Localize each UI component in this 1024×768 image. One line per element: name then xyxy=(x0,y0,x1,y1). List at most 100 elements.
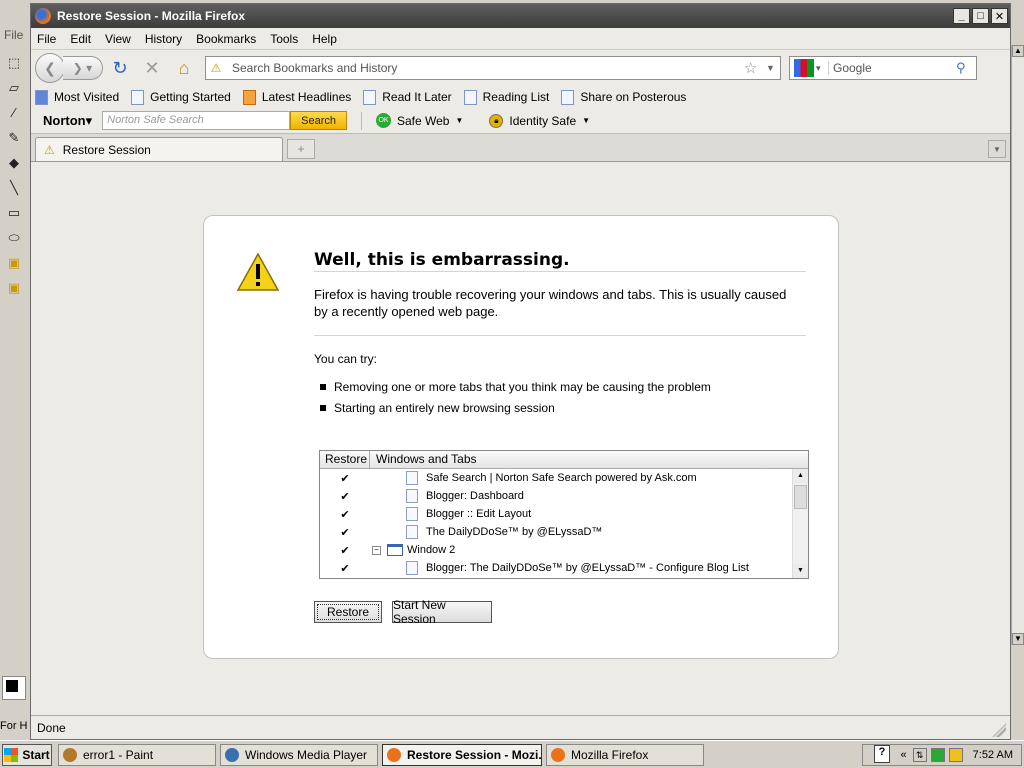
paint-scrollbar[interactable]: ▲ ▼ xyxy=(1011,45,1024,645)
taskbar: Start error1 - Paint Windows Media Playe… xyxy=(0,740,1024,768)
plus-icon: + xyxy=(297,142,305,156)
menu-help[interactable]: Help xyxy=(312,32,337,46)
try-label: You can try: xyxy=(314,352,377,366)
tree-row-window[interactable]: ✔ − Window 2 xyxy=(320,541,808,559)
scroll-thumb[interactable] xyxy=(794,485,807,509)
collapse-icon[interactable]: − xyxy=(372,545,381,555)
scroll-up-icon[interactable]: ▲ xyxy=(793,469,808,483)
menu-view[interactable]: View xyxy=(105,32,131,46)
ok-icon: OK xyxy=(376,113,391,128)
menu-file[interactable]: File xyxy=(37,32,56,46)
windows-logo-icon xyxy=(4,747,19,762)
restore-button[interactable]: Restore xyxy=(314,601,382,623)
column-header-tabs[interactable]: Windows and Tabs xyxy=(370,451,808,468)
url-dropdown-icon[interactable]: ▼ xyxy=(766,63,780,73)
warning-icon xyxy=(236,252,280,291)
restore-checkbox[interactable]: ✔ xyxy=(320,490,370,503)
scroll-up-icon[interactable]: ▲ xyxy=(1012,45,1024,57)
restore-checkbox[interactable]: ✔ xyxy=(320,508,370,521)
suggestion-list: Removing one or more tabs that you think… xyxy=(320,376,711,418)
antivirus-icon[interactable] xyxy=(930,748,945,762)
taskbar-item-media-player[interactable]: Windows Media Player xyxy=(220,743,378,766)
search-icon[interactable]: ⚲ xyxy=(956,60,976,76)
maximize-button[interactable]: □ xyxy=(972,8,989,24)
minimize-button[interactable]: _ xyxy=(953,8,970,24)
chevron-down-icon: ▼ xyxy=(455,116,464,125)
tree-row[interactable]: ✔ Safe Search | Norton Safe Search power… xyxy=(320,469,808,487)
bookmark-read-it-later[interactable]: Read It Later xyxy=(363,89,452,105)
start-button[interactable]: Start xyxy=(2,743,52,766)
restore-checkbox[interactable]: ✔ xyxy=(320,562,370,575)
pencil-icon[interactable]: ✎ xyxy=(2,125,26,150)
navigation-toolbar: ❮ ❯ ▾ ↻ ✕ ⌂ ⚠ Search Bookmarks and Histo… xyxy=(31,50,1010,86)
bookmark-getting-started[interactable]: Getting Started xyxy=(131,89,231,105)
restore-checkbox[interactable]: ✔ xyxy=(320,526,370,539)
home-button[interactable]: ⌂ xyxy=(169,55,199,81)
menu-bookmarks[interactable]: Bookmarks xyxy=(196,32,256,46)
tree-row[interactable]: ✔ The DailyDDoSe™ by @ELyssaD™ xyxy=(320,523,808,541)
eraser-icon[interactable]: ▱ xyxy=(2,75,26,100)
menu-edit[interactable]: Edit xyxy=(70,32,91,46)
tree-row[interactable]: ✔ Blogger :: Edit Layout xyxy=(320,505,808,523)
identity-safe-menu[interactable]: 🔒︎ Identity Safe ▼ xyxy=(489,113,590,128)
rectangle-icon[interactable]: ▭ xyxy=(2,200,26,225)
menu-tools[interactable]: Tools xyxy=(270,32,298,46)
bookmark-latest-headlines[interactable]: Latest Headlines xyxy=(242,89,351,105)
warning-icon: ⚠ xyxy=(210,61,222,75)
url-bar[interactable]: ⚠ Search Bookmarks and History ☆ ▼ xyxy=(205,56,781,80)
stop-button[interactable]: ✕ xyxy=(137,55,167,81)
safe-web-menu[interactable]: OK Safe Web ▼ xyxy=(376,113,463,128)
bookmark-most-visited[interactable]: Most Visited xyxy=(35,89,119,105)
norton-logo[interactable]: Norton▾ xyxy=(43,113,92,129)
taskbar-item-restore-session[interactable]: Restore Session - Mozi... xyxy=(382,743,542,766)
title-bar[interactable]: Restore Session - Mozilla Firefox _ □ ✕ xyxy=(31,4,1010,28)
list-item: Removing one or more tabs that you think… xyxy=(320,376,711,397)
eyedropper-icon[interactable]: ⁄ xyxy=(2,100,26,125)
restore-checkbox[interactable]: ✔ xyxy=(320,544,370,557)
line-icon[interactable]: ╲ xyxy=(2,175,26,200)
tree-row[interactable]: ✔ Blogger: Dashboard xyxy=(320,487,808,505)
start-new-session-button[interactable]: Start New Session xyxy=(392,598,492,626)
bookmark-star-icon[interactable]: ☆ xyxy=(744,59,766,77)
reload-button[interactable]: ↻ xyxy=(105,55,135,81)
resize-grip-icon[interactable] xyxy=(992,723,1006,737)
taskbar-item-firefox[interactable]: Mozilla Firefox xyxy=(546,743,704,766)
tab-restore-session[interactable]: ⚠ Restore Session xyxy=(35,137,283,161)
bookmark-label: Reading List xyxy=(482,90,550,104)
list-all-tabs-button[interactable]: ▼ xyxy=(988,140,1006,158)
taskbar-item-paint[interactable]: error1 - Paint xyxy=(58,743,216,766)
forward-button[interactable]: ❯ ▾ xyxy=(63,56,103,80)
back-button[interactable]: ❮ xyxy=(35,53,65,83)
norton-search-button[interactable]: Search xyxy=(290,111,347,130)
scroll-down-icon[interactable]: ▼ xyxy=(793,564,808,578)
column-header-restore[interactable]: Restore xyxy=(320,451,370,468)
page-icon xyxy=(406,561,418,575)
select-icon[interactable]: ⬚ xyxy=(2,50,26,75)
paint-menu-file[interactable]: File xyxy=(4,28,23,42)
color-swatch[interactable] xyxy=(2,676,26,700)
bookmark-share-on-posterous[interactable]: Share on Posterous xyxy=(561,89,686,105)
norton-search-input[interactable]: Norton Safe Search xyxy=(102,111,291,130)
tree-scrollbar[interactable]: ▲ ▼ xyxy=(792,469,808,578)
close-button[interactable]: ✕ xyxy=(991,8,1008,24)
session-tree[interactable]: Restore Windows and Tabs ✔ Safe Search |… xyxy=(319,450,809,579)
scroll-down-icon[interactable]: ▼ xyxy=(1012,633,1024,645)
menu-history[interactable]: History xyxy=(145,32,182,46)
fill-icon[interactable]: ◆ xyxy=(2,150,26,175)
search-bar[interactable]: g ▾ Google ⚲ xyxy=(789,56,977,80)
tree-row[interactable]: ✔ Blogger: The DailyDDoSe™ by @ELyssaD™ … xyxy=(320,559,808,577)
clock[interactable]: 7:52 AM xyxy=(973,749,1013,761)
system-tray: « ⇅ 7:52 AM xyxy=(862,744,1022,766)
option-icon[interactable]: ▣ xyxy=(2,250,26,275)
show-hidden-icons-button[interactable]: « xyxy=(901,749,907,761)
google-icon[interactable]: g xyxy=(794,59,814,77)
option-icon[interactable]: ▣ xyxy=(2,275,26,300)
ellipse-icon[interactable]: ⬭ xyxy=(2,225,26,250)
page-icon xyxy=(406,525,418,539)
bookmark-reading-list[interactable]: Reading List xyxy=(463,89,550,105)
network-icon[interactable]: ⇅ xyxy=(912,748,927,762)
restore-checkbox[interactable]: ✔ xyxy=(320,472,370,485)
search-engine-dropdown-icon[interactable]: ▾ xyxy=(816,63,828,74)
new-tab-button[interactable]: + xyxy=(287,139,315,159)
update-icon[interactable] xyxy=(948,748,963,762)
